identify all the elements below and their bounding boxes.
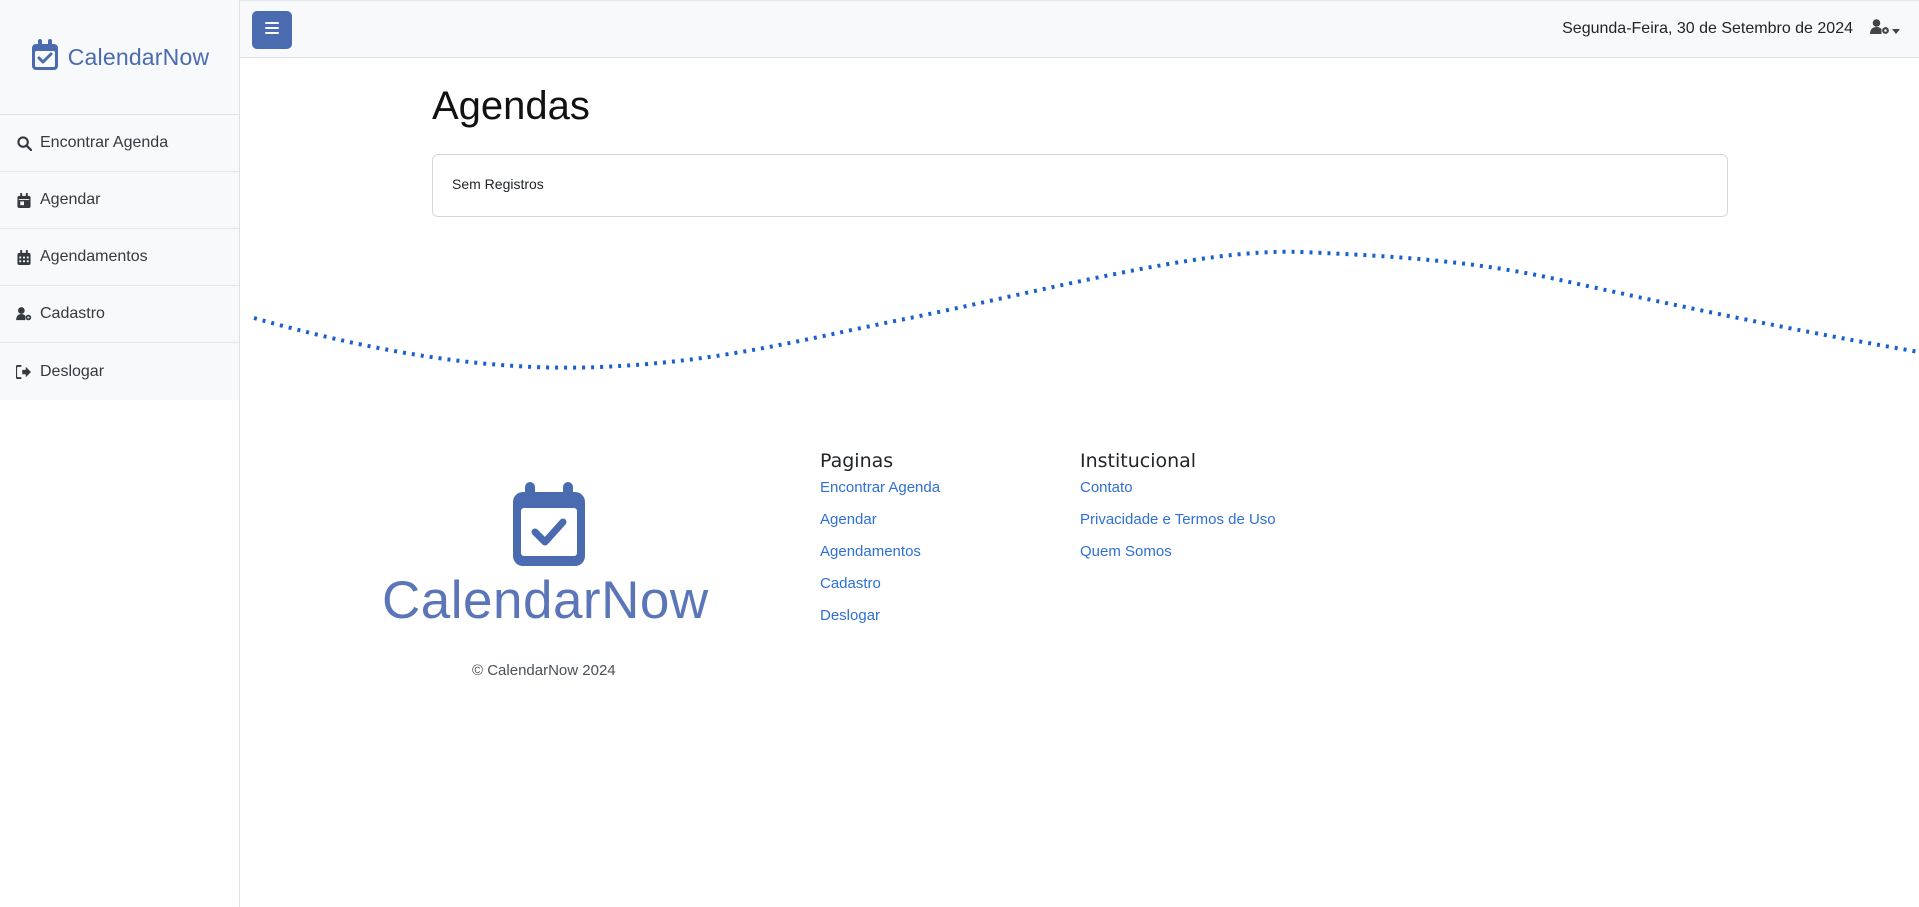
footer-link-agendar[interactable]: Agendar (820, 510, 940, 542)
footer-brand-name: CalendarNow (382, 571, 709, 630)
sidebar-item-deslogar[interactable]: Deslogar (0, 343, 239, 400)
sidebar-item-label: Deslogar (40, 362, 105, 380)
copyright-text: © CalendarNow 2024 (472, 662, 616, 679)
user-gear-icon (16, 306, 32, 322)
topbar: Segunda-Feira, 30 de Setembro de 2024 (240, 0, 1919, 58)
sidebar-item-encontrar-agenda[interactable]: Encontrar Agenda (0, 115, 239, 172)
hamburger-icon (265, 21, 279, 39)
search-icon (16, 135, 32, 151)
calendar-day-icon (16, 192, 32, 208)
sidebar-item-label: Agendamentos (40, 248, 148, 265)
sidebar-item-cadastro[interactable]: Cadastro (0, 286, 239, 343)
calendar-check-icon (30, 38, 60, 77)
user-gear-icon (1870, 19, 1890, 40)
decorative-wave (253, 249, 1919, 370)
footer-paginas-column: Paginas Encontrar Agenda Agendar Agendam… (820, 450, 940, 638)
sidebar: CalendarNow Encontrar Agenda Agendar Age… (0, 0, 240, 907)
footer-institucional-column: Institucional Contato Privacidade e Term… (1080, 450, 1276, 574)
sidebar-item-label: Encontrar Agenda (40, 134, 169, 151)
footer-link-cadastro[interactable]: Cadastro (820, 574, 940, 606)
brand-name: CalendarNow (67, 43, 210, 70)
page-title: Agendas (432, 84, 590, 128)
sidebar-item-label: Cadastro (40, 305, 105, 322)
current-date: Segunda-Feira, 30 de Setembro de 2024 (1562, 20, 1853, 37)
logout-icon (16, 364, 32, 380)
sidebar-menu: Encontrar Agenda Agendar Agendamentos Ca… (0, 115, 239, 400)
sidebar-toggle-button[interactable] (252, 11, 292, 49)
sidebar-brand[interactable]: CalendarNow (0, 0, 239, 115)
sidebar-item-agendar[interactable]: Agendar (0, 172, 239, 229)
footer-paginas-heading: Paginas (820, 450, 894, 472)
footer-link-quem-somos[interactable]: Quem Somos (1080, 542, 1276, 574)
agendas-card: Sem Registros (432, 154, 1728, 217)
user-menu-dropdown[interactable] (1870, 19, 1900, 40)
sidebar-item-label: Agendar (40, 191, 101, 208)
footer-link-encontrar-agenda[interactable]: Encontrar Agenda (820, 478, 940, 510)
footer-link-privacidade[interactable]: Privacidade e Termos de Uso (1080, 510, 1276, 542)
sidebar-item-agendamentos[interactable]: Agendamentos (0, 229, 239, 286)
chevron-down-icon (1892, 21, 1900, 39)
footer-link-contato[interactable]: Contato (1080, 478, 1276, 510)
footer-link-agendamentos[interactable]: Agendamentos (820, 542, 940, 574)
calendar-grid-icon (16, 249, 32, 265)
calendar-check-icon (511, 482, 587, 573)
empty-message: Sem Registros (452, 176, 544, 192)
footer-institucional-heading: Institucional (1080, 450, 1197, 472)
footer-link-deslogar[interactable]: Deslogar (820, 606, 940, 638)
